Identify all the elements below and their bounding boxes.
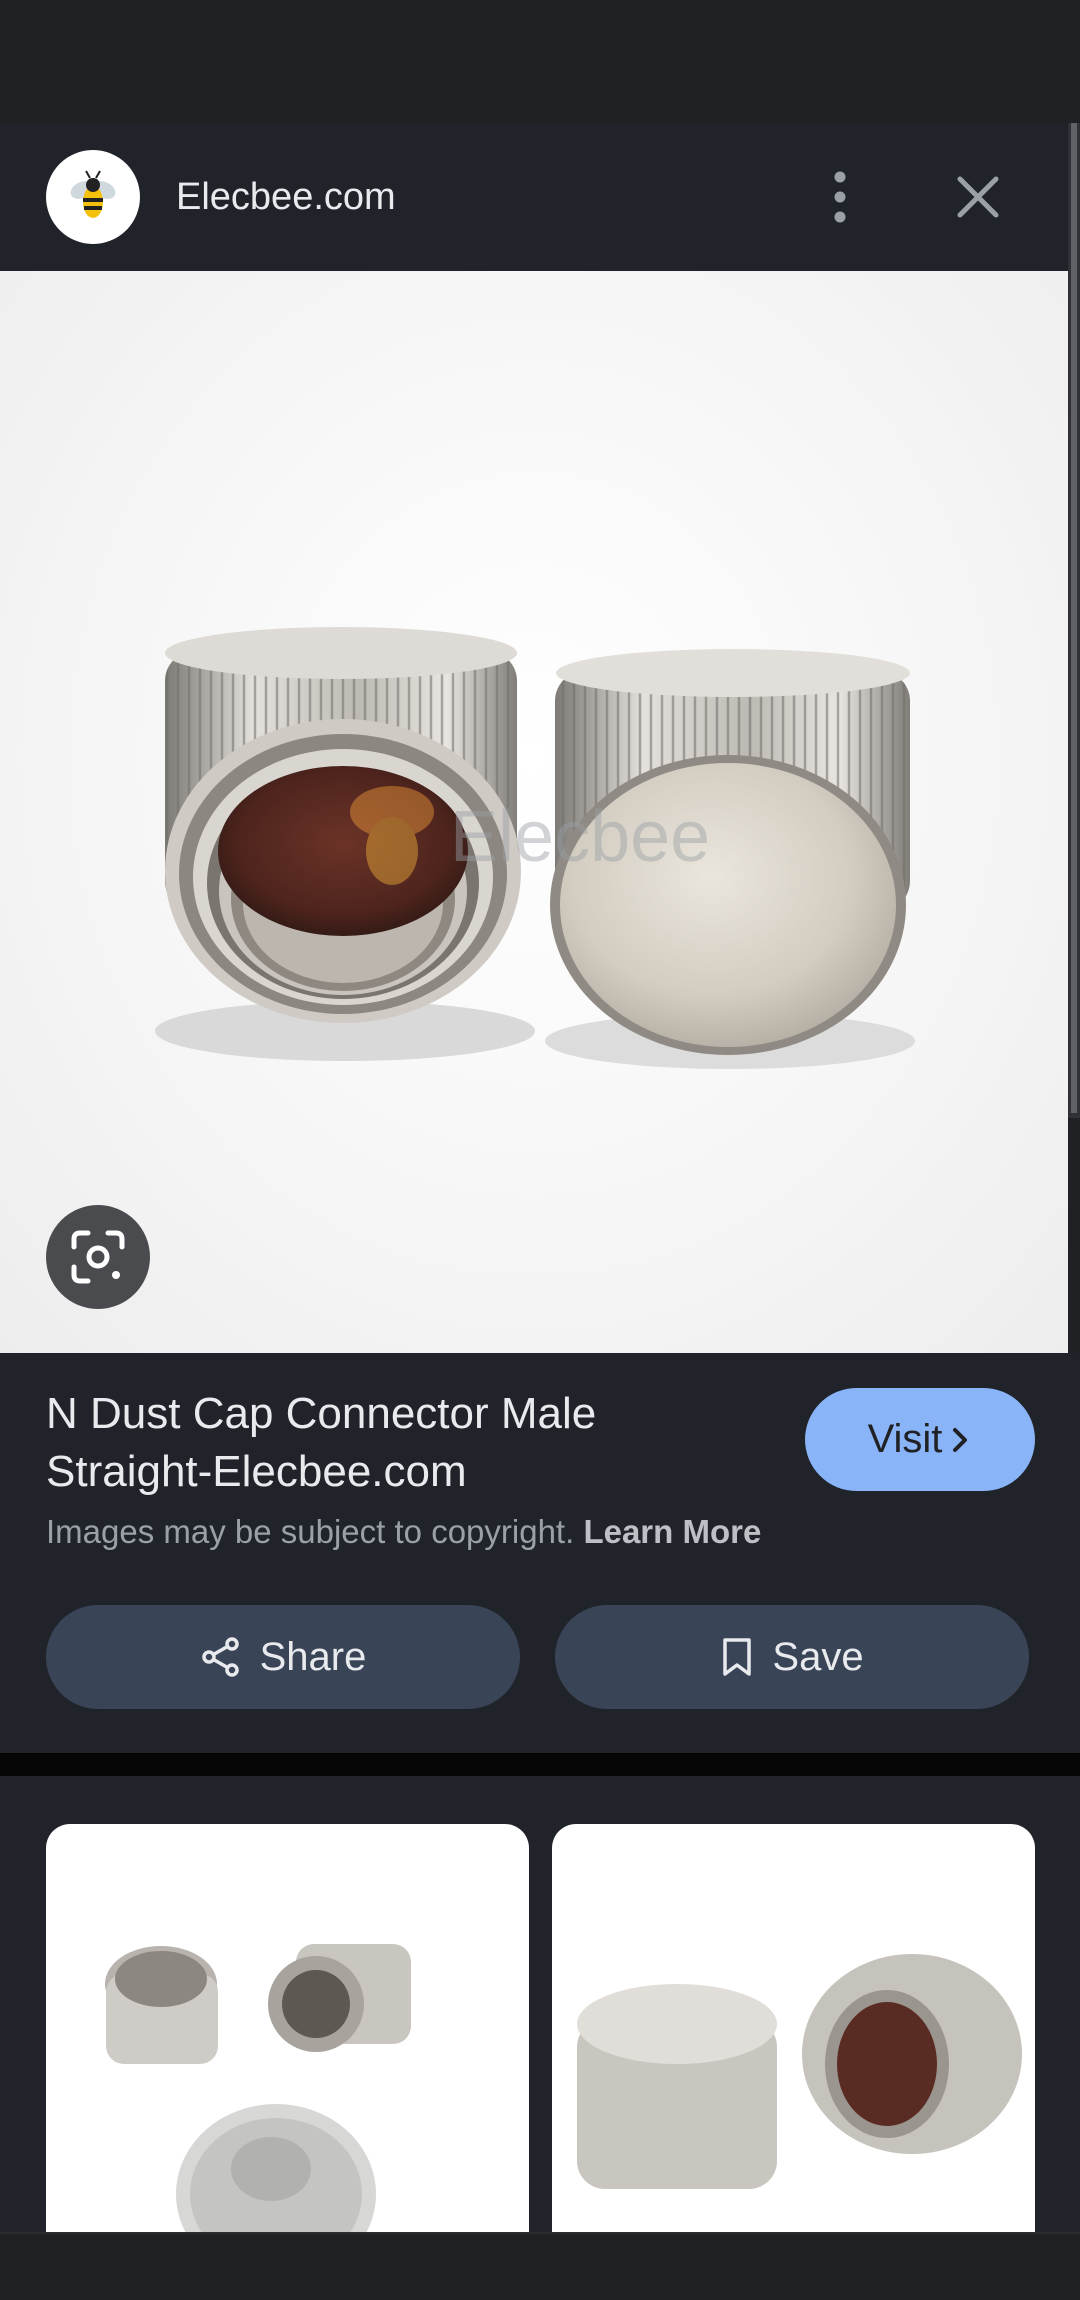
- viewer-header: Elecbee.com: [0, 123, 1080, 271]
- copyright-notice: Images may be subject to copyright. Lear…: [46, 1513, 761, 1551]
- visit-button[interactable]: Visit: [805, 1388, 1035, 1491]
- status-bar: [0, 0, 1080, 123]
- main-image[interactable]: Elecbee: [0, 271, 1068, 1353]
- close-icon: [957, 176, 999, 218]
- lens-search-button[interactable]: [46, 1205, 150, 1309]
- image-info-panel: N Dust Cap Connector Male Straight-Elecb…: [0, 1353, 1080, 1753]
- more-options-button[interactable]: [810, 157, 870, 237]
- scrollbar-thumb[interactable]: [1071, 123, 1077, 1113]
- bee-logo-icon[interactable]: [46, 150, 140, 244]
- copyright-text: Images may be subject to copyright.: [46, 1513, 575, 1550]
- close-button[interactable]: [940, 157, 1016, 237]
- visit-label: Visit: [867, 1417, 943, 1461]
- save-button[interactable]: Save: [555, 1605, 1029, 1709]
- section-divider: [0, 1753, 1080, 1776]
- image-title[interactable]: N Dust Cap Connector Male Straight-Elecb…: [46, 1385, 766, 1501]
- share-label: Share: [259, 1634, 367, 1679]
- related-image-2[interactable]: [552, 1824, 1035, 2232]
- google-lens-icon: [71, 1230, 125, 1284]
- more-vert-icon: [834, 171, 846, 223]
- system-navigation-bar: [0, 2232, 1080, 2300]
- bookmark-icon: [723, 1638, 752, 1676]
- chevron-right-icon: [953, 1427, 968, 1452]
- save-label: Save: [772, 1634, 864, 1679]
- site-name[interactable]: Elecbee.com: [176, 169, 396, 225]
- bee-watermark: Elecbee: [350, 786, 710, 885]
- svg-text:Elecbee: Elecbee: [450, 797, 710, 877]
- learn-more-link[interactable]: Learn More: [583, 1513, 761, 1550]
- related-images: [0, 1776, 1080, 2232]
- related-image-1[interactable]: [46, 1824, 529, 2232]
- share-button[interactable]: Share: [46, 1605, 520, 1709]
- share-icon: [201, 1637, 239, 1677]
